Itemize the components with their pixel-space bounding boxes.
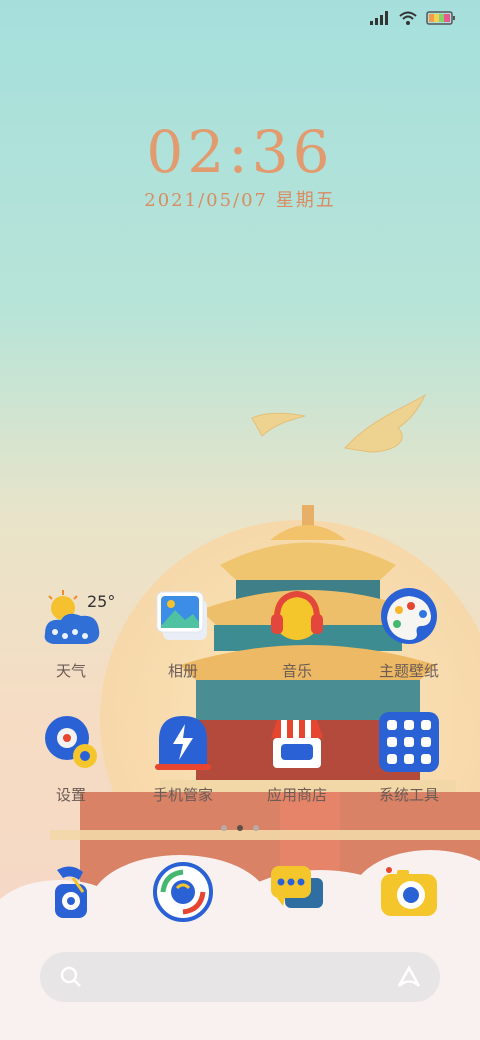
signal-bars-icon [370,11,388,25]
weather-temperature: 25° [87,592,116,611]
dock-browser[interactable] [128,860,238,924]
page-dot[interactable] [221,825,227,831]
assistant-icon[interactable] [396,965,422,989]
dock-camera[interactable] [354,860,464,924]
battery-icon [426,11,455,25]
page-dot[interactable] [253,825,259,831]
music-icon [265,586,329,650]
phone-icon [39,860,103,924]
messages-icon [265,860,329,924]
system-tools-icon [377,710,441,774]
app-label: 应用商店 [266,786,327,804]
app-store[interactable]: 应用商店 [242,710,352,805]
search-bar[interactable] [40,952,440,1002]
camera-icon [377,860,441,924]
page-indicator[interactable] [0,825,480,831]
status-bar [370,8,456,28]
search-icon[interactable] [60,966,82,988]
weather-icon: 25° [39,586,115,650]
app-label: 设置 [55,786,86,804]
app-gallery[interactable]: 相册 [128,586,238,681]
lock-clock: 02:36 [146,118,334,186]
page-dot-active[interactable] [237,825,243,831]
app-label: 天气 [55,662,86,680]
app-label: 手机管家 [152,786,213,804]
phone-manager-icon [151,710,215,774]
browser-icon [151,860,215,924]
app-phone-manager[interactable]: 手机管家 [128,710,238,805]
app-label: 音乐 [281,662,312,680]
app-label: 系统工具 [378,786,439,804]
dock-phone[interactable] [16,860,126,924]
app-system-tools[interactable]: 系统工具 [354,710,464,805]
app-music[interactable]: 音乐 [242,586,352,681]
home-screen: 02:36 2021/05/07 星期五 25° 天气 相册 音乐 主题壁纸 设… [0,0,480,1040]
app-settings[interactable]: 设置 [16,710,126,805]
wifi-icon [399,11,417,25]
settings-icon [39,710,103,774]
dock-messages[interactable] [242,860,352,924]
app-themes[interactable]: 主题壁纸 [354,586,464,681]
app-label: 主题壁纸 [378,662,439,680]
app-store-icon [265,710,329,774]
app-label: 相册 [167,662,198,680]
gallery-icon [151,586,215,650]
themes-icon [377,586,441,650]
app-weather[interactable]: 25° 天气 [16,586,126,681]
lock-date: 2021/05/07 星期五 [144,190,336,211]
